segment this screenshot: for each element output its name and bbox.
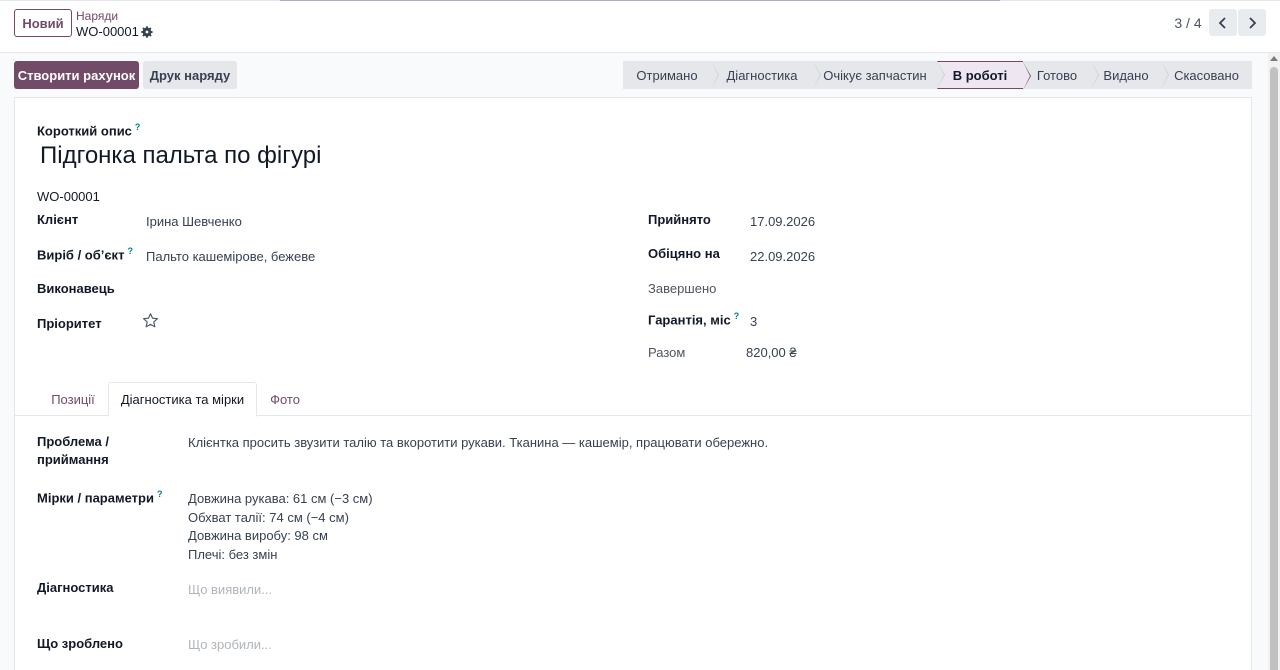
control-panel: Новий Наряди WO-00001 3 / 4 [0,1,1280,53]
pager-previous-button[interactable] [1209,9,1237,36]
scrollbar-thumb[interactable] [1270,67,1278,670]
help-icon[interactable]: ? [734,311,740,321]
record-reference: WO-00001 [37,189,100,204]
help-icon[interactable]: ? [127,246,133,256]
problem-label: Проблема / приймання [37,434,109,467]
measurements-field[interactable]: Довжина рукава: 61 см (−3 см) Обхват тал… [188,490,373,564]
pager-value[interactable]: 3 / 4 [1170,15,1206,31]
stage-received[interactable]: Отримано [623,61,719,89]
work-done-field[interactable]: Що зробили... [188,637,272,652]
completed-label: Завершено [648,281,717,296]
measurement-line: Обхват талії: 74 см (−4 см) [188,509,349,525]
help-icon[interactable]: ? [135,122,141,132]
print-order-button[interactable]: Друк наряду [143,61,237,89]
executor-label: Виконавець [37,281,115,296]
promised-label: Обіцяно на [648,246,720,261]
measurement-line: Довжина виробу: 98 см [188,528,328,544]
tab-diagnostics-measurements[interactable]: Діагностика та мірки [108,382,257,417]
stage-cancelled[interactable]: Скасовано [1161,61,1252,89]
diagnostics-field[interactable]: Що виявили... [188,582,272,597]
measurement-line: Плечі: без змін [188,546,278,562]
work-done-label: Що зроблено [37,636,123,651]
executor-field[interactable] [146,278,616,298]
tab-photo[interactable]: Фото [260,382,310,416]
scroll-up-arrow-icon[interactable] [1270,56,1278,61]
gear-icon[interactable] [140,25,154,39]
measurement-line: Довжина рукава: 61 см (−3 см) [188,491,373,506]
problem-field[interactable]: Клієнтка просить звузити талію та вкорот… [188,435,768,450]
notebook-tabs: Позиції Діагностика та мірки Фото [15,382,1251,417]
stage-ready[interactable]: Готово [1023,61,1099,89]
create-invoice-button[interactable]: Створити рахунок [14,61,139,89]
help-icon[interactable]: ? [157,489,163,499]
promised-date-field[interactable]: 22.09.2026 [750,249,815,264]
stage-diagnostics[interactable]: Діагностика [711,61,821,89]
client-label: Клієнт [37,212,79,227]
record-title[interactable]: Підгонка пальта по фігурі [40,142,321,170]
vertical-scrollbar[interactable] [1268,53,1280,670]
chevron-right-icon [1249,16,1257,29]
tab-positions[interactable]: Позиції [37,382,109,416]
item-field[interactable]: Пальто кашемірове, бежеве [146,249,315,264]
short-description-label: Короткий опис? [37,122,141,139]
breadcrumb-parent-link[interactable]: Наряди [76,9,118,23]
priority-label: Пріоритет [37,316,102,331]
diagnostics-label: Діагностика [37,580,114,595]
measurements-label: Мірки / параметри? [37,489,163,506]
item-label: Виріб / об’єкт? [37,246,133,263]
total-amount: 820,00 ₴ [746,345,797,360]
new-button[interactable]: Новий [14,9,72,37]
client-field[interactable]: Ірина Шевченко [146,214,242,229]
pager-next-button[interactable] [1238,9,1266,36]
stage-in-progress[interactable]: В роботі [937,61,1031,90]
stage-waiting-parts[interactable]: Очікує запчастин [813,61,945,89]
accepted-label: Прийнято [648,212,711,227]
accepted-date-field[interactable]: 17.09.2026 [750,214,815,229]
stage-issued[interactable]: Видано [1091,61,1169,89]
breadcrumb-current: WO-00001 [76,24,139,39]
warranty-label: Гарантія, міс? [648,311,740,328]
form-sheet: Короткий опис? Підгонка пальта по фігурі… [14,97,1252,670]
warranty-field[interactable]: 3 [750,314,757,329]
total-label: Разом [648,345,686,360]
chevron-left-icon [1218,16,1226,29]
status-bar: Отримано Діагностика Очікує запчастин В … [623,61,1252,90]
star-icon[interactable] [142,312,159,329]
